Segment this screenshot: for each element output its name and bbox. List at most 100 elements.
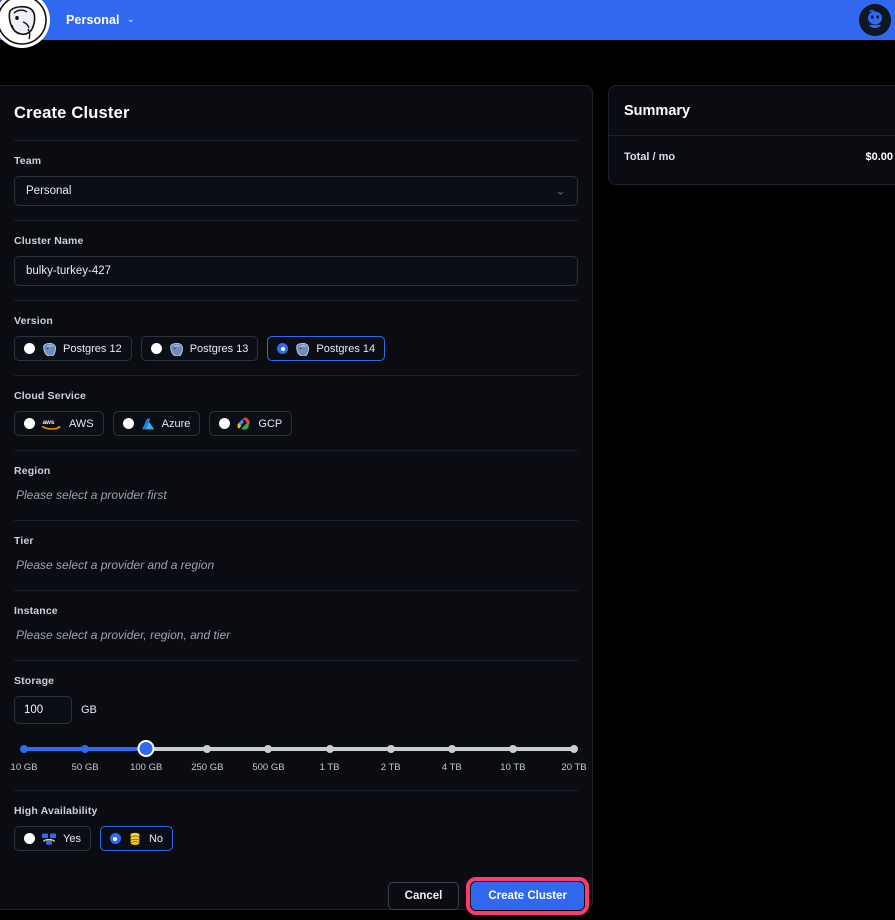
slider-mark[interactable] bbox=[508, 745, 517, 753]
postgres-icon bbox=[41, 342, 57, 357]
summary-total-value: $0.00 bbox=[865, 151, 893, 163]
page-title: Create Cluster bbox=[14, 104, 130, 122]
aws-icon: aws bbox=[41, 417, 63, 431]
radio-indicator bbox=[109, 833, 121, 844]
version-option-postgres-14[interactable]: Postgres 14 bbox=[267, 336, 386, 361]
slider-mark[interactable] bbox=[20, 745, 28, 753]
radio-indicator bbox=[277, 343, 289, 354]
storage-input-value: 100 bbox=[24, 704, 44, 716]
radio-indicator bbox=[24, 418, 35, 429]
slider-tick-label: 250 GB bbox=[191, 762, 224, 773]
slider-tick-label: 100 GB bbox=[130, 762, 163, 773]
chevron-down-icon: ⌄ bbox=[555, 185, 565, 198]
cloud-option-gcp[interactable]: GCP bbox=[209, 411, 293, 436]
tier-label: Tier bbox=[14, 535, 34, 547]
slider-tick-label: 1 TB bbox=[319, 762, 340, 773]
team-select-value: Personal bbox=[26, 185, 72, 197]
radio-indicator bbox=[219, 418, 231, 429]
instance-field-group: Instance Please select a provider, regio… bbox=[14, 591, 578, 660]
version-option-postgres-12[interactable]: Postgres 12 bbox=[14, 336, 132, 361]
high-availability-option-label: Yes bbox=[63, 832, 81, 845]
create-cluster-form-card: Create Cluster Team Personal ⌄ Cluster N… bbox=[0, 85, 593, 910]
summary-total-label: Total / mo bbox=[624, 151, 676, 163]
slider-mark[interactable] bbox=[325, 745, 334, 753]
radio-indicator bbox=[150, 343, 162, 354]
team-label: Team bbox=[14, 155, 42, 167]
postgres-icon bbox=[294, 342, 310, 357]
cluster-name-input[interactable]: bulky-turkey-427 bbox=[14, 256, 578, 286]
high-availability-option-label: No bbox=[148, 832, 164, 845]
user-avatar[interactable] bbox=[859, 4, 891, 36]
storage-label: Storage bbox=[14, 675, 55, 687]
postgres-icon bbox=[168, 342, 184, 357]
team-field-group: Team Personal ⌄ bbox=[14, 141, 578, 220]
slider-tick-label: 4 TB bbox=[441, 762, 462, 773]
cloud-option-azure[interactable]: Azure bbox=[112, 411, 201, 436]
version-field-group: Version Postgres 12 Postgres 13 Postgres… bbox=[14, 301, 578, 375]
summary-total-row: Total / mo $0.00 bbox=[609, 136, 895, 163]
gcp-icon bbox=[236, 416, 252, 431]
slider-tick-label: 10 TB bbox=[500, 762, 526, 773]
cloud-option-aws[interactable]: aws AWS bbox=[14, 411, 104, 436]
cloud-service-radio-group: aws AWS Azure GCP bbox=[14, 411, 578, 436]
instance-placeholder: Please select a provider, region, and ti… bbox=[16, 628, 231, 642]
slider-tick-label: 20 TB bbox=[561, 762, 587, 773]
version-option-label: Postgres 13 bbox=[189, 342, 249, 355]
create-cluster-button[interactable]: Create Cluster bbox=[466, 877, 589, 915]
version-option-postgres-13[interactable]: Postgres 13 bbox=[140, 336, 259, 361]
summary-card: Summary Total / mo $0.00 bbox=[608, 85, 895, 185]
single-database-icon bbox=[127, 832, 143, 846]
high-availability-option-no[interactable]: No bbox=[99, 826, 174, 851]
slider-tick-label: 50 GB bbox=[71, 762, 99, 773]
top-header-bar: Personal ⌄ bbox=[0, 0, 895, 48]
tier-field-group: Tier Please select a provider and a regi… bbox=[14, 521, 578, 590]
cluster-name-field-group: Cluster Name bulky-turkey-427 bbox=[14, 221, 578, 300]
storage-input[interactable]: 100 bbox=[14, 696, 72, 724]
radio-indicator bbox=[24, 833, 35, 844]
cluster-name-value: bulky-turkey-427 bbox=[26, 265, 112, 277]
region-label: Region bbox=[14, 465, 51, 477]
version-option-label: Postgres 14 bbox=[316, 342, 376, 355]
high-availability-field-group: High Availability Yes No bbox=[14, 791, 578, 865]
cloud-option-label: AWS bbox=[69, 417, 94, 430]
tier-placeholder: Please select a provider and a region bbox=[16, 558, 215, 572]
cloud-option-label: GCP bbox=[258, 417, 283, 430]
radio-indicator bbox=[24, 343, 35, 354]
high-availability-radio-group: Yes No bbox=[14, 826, 578, 851]
chevron-down-icon: ⌄ bbox=[126, 14, 135, 25]
high-availability-label: High Availability bbox=[14, 805, 98, 817]
storage-unit-label: GB bbox=[81, 704, 97, 716]
org-switcher[interactable]: Personal ⌄ bbox=[58, 0, 143, 40]
version-option-label: Postgres 12 bbox=[63, 342, 122, 355]
slider-tick-label: 2 TB bbox=[380, 762, 401, 773]
slider-mark[interactable] bbox=[570, 745, 578, 753]
cloud-service-label: Cloud Service bbox=[14, 390, 86, 402]
slider-tick-label: 10 GB bbox=[10, 762, 38, 773]
form-footer: Cancel Create Cluster bbox=[0, 872, 608, 920]
summary-title: Summary bbox=[624, 103, 691, 119]
cluster-name-label: Cluster Name bbox=[14, 235, 84, 247]
radio-indicator bbox=[122, 418, 134, 429]
storage-value-row: 100 GB bbox=[14, 696, 578, 724]
region-placeholder: Please select a provider first bbox=[16, 488, 167, 502]
storage-slider[interactable]: 10 GB 50 GB 100 GB 250 GB 500 GB 1 TB 2 TB 4 TB… bbox=[11, 740, 587, 776]
cloud-service-field-group: Cloud Service aws AWS Azure GCP bbox=[14, 376, 578, 450]
high-availability-option-yes[interactable]: Yes bbox=[14, 826, 91, 851]
page-content: Create Cluster Team Personal ⌄ Cluster N… bbox=[0, 40, 895, 920]
slider-tick-label: 500 GB bbox=[252, 762, 285, 773]
slider-mark[interactable] bbox=[264, 745, 273, 753]
slider-mark[interactable] bbox=[203, 745, 212, 753]
ha-cluster-icon bbox=[41, 832, 57, 846]
cancel-button[interactable]: Cancel bbox=[387, 882, 460, 910]
cloud-option-label: Azure bbox=[161, 417, 191, 430]
slider-mark[interactable] bbox=[81, 745, 90, 753]
instance-label: Instance bbox=[14, 605, 58, 617]
version-radio-group: Postgres 12 Postgres 13 Postgres 14 bbox=[14, 336, 578, 361]
region-field-group: Region Please select a provider first bbox=[14, 451, 578, 520]
version-label: Version bbox=[14, 315, 53, 327]
team-select[interactable]: Personal ⌄ bbox=[14, 176, 578, 206]
slider-mark[interactable] bbox=[386, 745, 395, 753]
svg-text:aws: aws bbox=[43, 419, 55, 426]
slider-mark[interactable] bbox=[447, 745, 456, 753]
slider-thumb[interactable] bbox=[137, 740, 155, 757]
